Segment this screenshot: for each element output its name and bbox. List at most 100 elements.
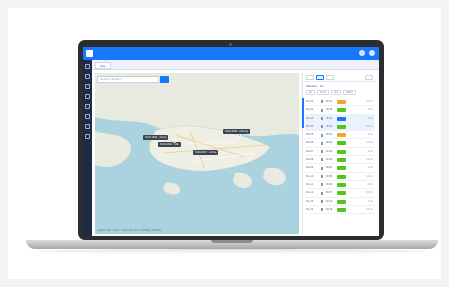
list-item[interactable]: SG-02 08:15 8 km xyxy=(305,106,375,115)
vehicle-id: SG-10 xyxy=(306,174,314,178)
close-icon[interactable] xyxy=(365,75,373,80)
filter-active[interactable]: Active xyxy=(316,90,330,95)
tab-map[interactable]: Map xyxy=(95,62,111,69)
list-item[interactable]: SG-07 08:40 9 km xyxy=(305,148,375,157)
vehicle-icon xyxy=(321,183,323,187)
camera-icon xyxy=(229,43,232,46)
vehicle-id: SG-03 xyxy=(306,116,314,120)
vehicle-id: SG-07 xyxy=(306,149,314,153)
vehicle-distance: 19 km xyxy=(366,191,373,195)
vehicle-marker-icon[interactable] xyxy=(173,140,176,143)
list-item[interactable]: SG-13 09:12 7 km xyxy=(305,198,375,206)
vehicle-icon xyxy=(321,208,323,212)
vehicle-distance: 8 km xyxy=(367,108,373,112)
tab-bar: Map xyxy=(92,60,379,70)
vehicle-id: SG-05 xyxy=(306,133,314,137)
list-item[interactable]: SG-04 08:22 21 km xyxy=(305,122,375,132)
vehicle-time: 08:22 xyxy=(326,124,333,128)
map-label[interactable]: SGN-3350 · Moving xyxy=(223,129,250,134)
map-label[interactable]: SGN-0917 · Active xyxy=(193,150,219,155)
list-item[interactable]: SG-01 08:12 12 km xyxy=(305,98,375,107)
alert-icon[interactable] xyxy=(85,114,90,119)
vehicle-distance: 14 km xyxy=(366,158,373,162)
status-badge xyxy=(337,199,346,204)
vehicle-id: SG-01 xyxy=(306,100,314,103)
vehicle-time: 09:02 xyxy=(326,182,333,186)
list-item[interactable]: SG-11 09:02 2 km xyxy=(305,181,375,190)
vehicle-icon xyxy=(321,116,323,120)
scrollbar[interactable] xyxy=(302,98,304,128)
filter-bar: All Active Idle Offline xyxy=(306,90,356,95)
vehicle-marker-icon[interactable] xyxy=(238,134,241,137)
vehicle-id: SG-13 xyxy=(306,199,314,203)
vehicle-id: SG-08 xyxy=(306,158,314,162)
user-icon[interactable] xyxy=(85,134,90,139)
vehicle-distance: 7 km xyxy=(367,199,373,203)
list-item[interactable]: SG-05 08:31 3 km xyxy=(305,131,375,140)
vehicle-time: 08:31 xyxy=(326,133,333,137)
vehicle-time: 08:51 xyxy=(326,166,333,170)
search-input[interactable]: Search vehicle ▾ xyxy=(97,76,159,83)
vehicle-icon xyxy=(321,191,323,195)
vehicle-icon xyxy=(321,158,323,162)
vehicle-id: SG-12 xyxy=(306,191,314,195)
vehicle-icon xyxy=(321,125,323,129)
vehicle-icon xyxy=(321,100,323,104)
laptop-lid: Map Search vehicle ▾ SGN-1482 · Active S… xyxy=(78,40,384,240)
panel-toolbar xyxy=(303,73,377,82)
status-badge xyxy=(337,191,346,196)
bell-icon[interactable] xyxy=(359,50,365,56)
list-item[interactable]: SG-10 08:55 11 km xyxy=(305,173,375,181)
list-icon[interactable] xyxy=(306,75,314,80)
grid-icon[interactable] xyxy=(316,75,324,80)
user-icon[interactable] xyxy=(369,50,375,56)
route-icon[interactable] xyxy=(85,94,90,99)
vehicle-icon xyxy=(321,150,323,154)
status-badge xyxy=(337,141,346,146)
list-item[interactable]: SG-06 08:34 17 km xyxy=(305,139,375,148)
app-topbar xyxy=(83,47,379,60)
status-badge xyxy=(337,124,346,129)
dashboard-icon[interactable] xyxy=(85,64,90,69)
search-button[interactable] xyxy=(160,76,169,83)
vehicle-marker-icon[interactable] xyxy=(208,147,211,150)
vehicle-time: 08:20 xyxy=(326,116,333,120)
vehicle-time: 08:55 xyxy=(326,174,333,178)
filter-offline[interactable]: Offline xyxy=(343,90,356,95)
vehicle-icon xyxy=(321,199,323,203)
list-item[interactable]: SG-12 09:07 19 km xyxy=(305,189,375,198)
map-icon[interactable] xyxy=(85,74,90,79)
vehicle-icon[interactable] xyxy=(85,84,90,89)
list-item[interactable]: SG-09 08:51 6 km xyxy=(305,164,375,173)
report-icon[interactable] xyxy=(85,104,90,109)
vehicle-distance: 12 km xyxy=(366,100,373,103)
filter-all[interactable]: All xyxy=(306,90,315,95)
vehicle-icon xyxy=(321,108,323,112)
vehicle-distance: 21 km xyxy=(366,124,373,128)
filter-idle[interactable]: Idle xyxy=(331,90,342,95)
status-badge xyxy=(337,174,346,179)
map-attribution: Leaflet | Tiles © Esri — Esri, DeLorme, … xyxy=(97,229,162,232)
vehicle-time: 08:15 xyxy=(326,108,333,112)
list-item[interactable]: SG-14 09:18 15 km xyxy=(305,206,375,215)
status-badge xyxy=(337,207,346,212)
laptop-notch xyxy=(211,240,253,243)
map-label[interactable]: SGN-2031 · Idle xyxy=(158,142,181,147)
laptop-shadow xyxy=(40,249,424,254)
vehicle-icon xyxy=(321,133,323,137)
topbar-icons xyxy=(359,50,375,56)
list-item[interactable]: SG-03 08:20 5 km xyxy=(305,114,375,123)
app-logo xyxy=(86,50,93,57)
filter-icon[interactable] xyxy=(326,75,334,80)
vehicle-id: SG-14 xyxy=(306,207,314,211)
vehicle-distance: 6 km xyxy=(367,166,373,170)
vehicle-distance: 5 km xyxy=(367,116,373,120)
status-badge xyxy=(337,108,346,113)
settings-icon[interactable] xyxy=(85,124,90,129)
vehicle-icon xyxy=(321,141,323,145)
vehicle-time: 09:12 xyxy=(326,199,333,203)
list-item[interactable]: SG-08 08:46 14 km xyxy=(305,156,375,165)
map-label[interactable]: SGN-1482 · Active xyxy=(143,135,169,140)
vehicle-id: SG-02 xyxy=(306,108,314,112)
vehicle-distance: 11 km xyxy=(366,174,373,178)
